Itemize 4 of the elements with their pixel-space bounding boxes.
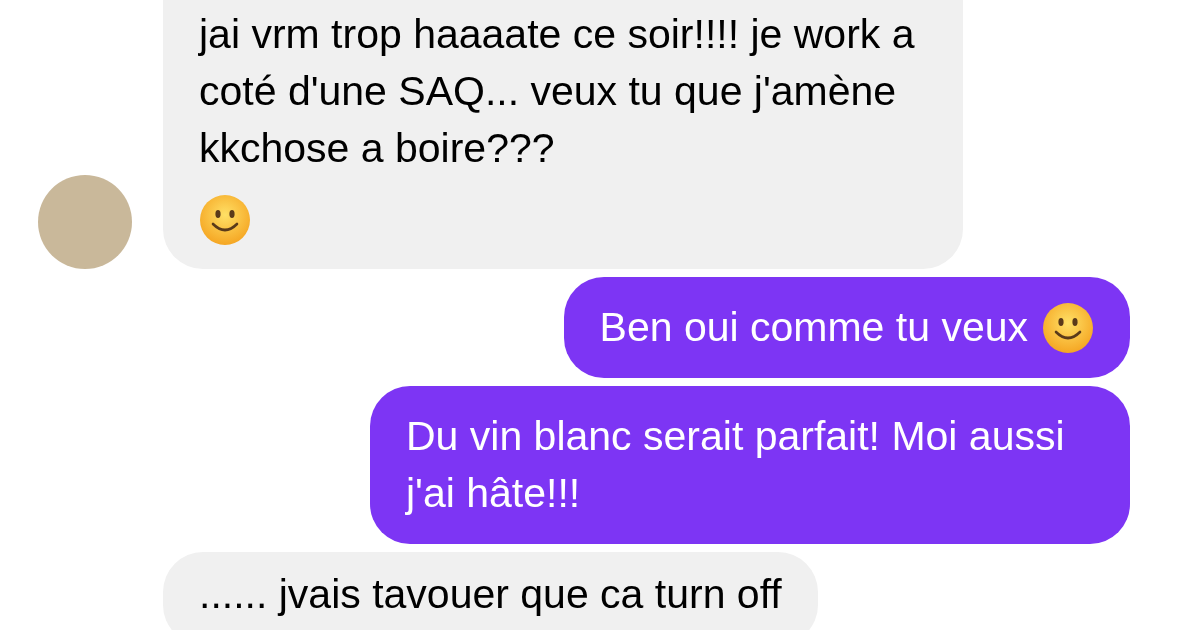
message-text: ...... jvais tavouer que ca turn off <box>199 571 782 618</box>
message-text: Du vin blanc serait parfait! Moi aussi j'ai hâte!!! <box>406 413 1065 517</box>
message-text: Ben oui comme tu veux <box>599 303 1028 353</box>
message-text: jai vrm trop haaaate ce soir!!!! je work a coté d'une SAQ... veux tu que j'amène kkchose a boire??? <box>199 11 915 171</box>
